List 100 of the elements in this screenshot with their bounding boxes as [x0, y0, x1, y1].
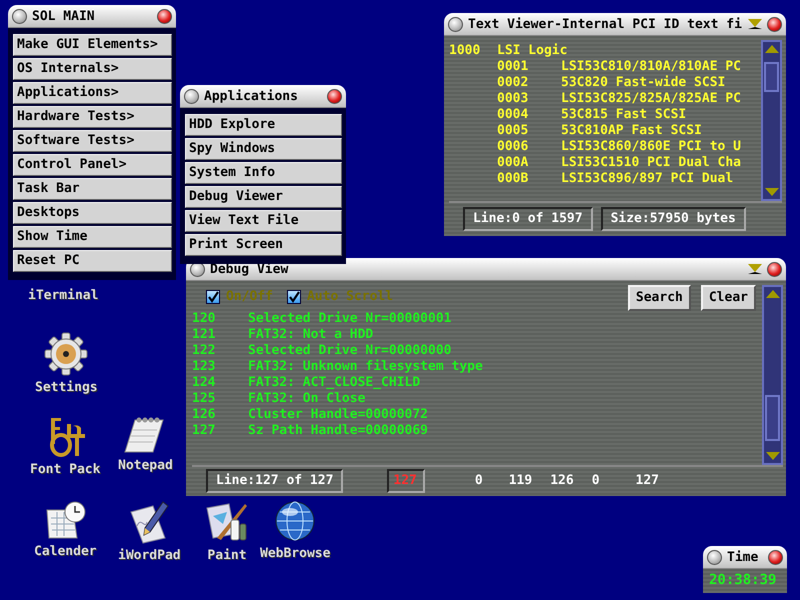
checkbox[interactable]	[286, 290, 301, 304]
menu-item[interactable]: Show Time	[13, 226, 172, 248]
line-number: 124	[192, 375, 216, 391]
toolbar-button[interactable]: Clear	[700, 285, 756, 311]
clock-time: 20:38:39	[709, 572, 776, 588]
menu-item[interactable]: HDD Explore	[185, 114, 342, 136]
status-field: Line:127 of 127	[206, 469, 344, 493]
gear-icon	[42, 332, 90, 376]
line-number: 123	[192, 359, 216, 375]
close-button[interactable]	[768, 550, 783, 564]
line-number: 125	[192, 391, 216, 407]
log-message: Cluster Handle=00000072	[248, 407, 428, 423]
log-message: FAT32: On Close	[248, 391, 366, 407]
window-title: Time	[727, 550, 760, 564]
vendor-name: LSI Logic	[497, 43, 568, 59]
scroll-thumb[interactable]	[765, 395, 780, 441]
scroll-up-button[interactable]	[765, 45, 779, 53]
icon-label[interactable]: Notepad	[118, 456, 173, 476]
close-button[interactable]	[327, 88, 342, 104]
icon-label[interactable]: Settings	[35, 378, 98, 398]
icon-label[interactable]: iWordPad	[118, 546, 181, 566]
device-id: 000B	[497, 171, 530, 187]
device-name: LSI53C896/897 PCI Dual	[561, 171, 734, 187]
round-button[interactable]	[448, 16, 463, 32]
device-id: 0002	[497, 75, 530, 91]
log-message: Selected Drive Nr=00000000	[248, 343, 452, 359]
close-button[interactable]	[767, 16, 782, 32]
device-name: 53C815 Fast SCSI	[561, 107, 686, 123]
device-name: 53C810AP Fast SCSI	[561, 123, 702, 139]
scroll-down-button[interactable]	[766, 452, 780, 460]
device-name: LSI53C860/860E PCI to U	[561, 139, 742, 155]
status-value: 0	[592, 472, 600, 490]
line-number: 121	[192, 327, 216, 343]
menu-item[interactable]: Reset PC	[13, 250, 172, 272]
menu-item[interactable]: Debug Viewer	[185, 186, 342, 208]
icon-label[interactable]: Calender	[34, 542, 97, 562]
device-name: LSI53C810/810A/810AE PC	[561, 59, 742, 75]
menu-item[interactable]: Desktops	[13, 202, 172, 224]
checkbox[interactable]	[206, 290, 220, 304]
close-button[interactable]	[157, 8, 172, 24]
device-id: 0001	[497, 59, 530, 75]
scroll-bar[interactable]	[761, 40, 782, 201]
icon-label[interactable]: Paint	[207, 546, 247, 566]
icon-label[interactable]: Font Pack	[30, 460, 100, 480]
device-name: LSI53C825/825A/825AE PC	[561, 91, 742, 107]
device-id: 1000	[449, 43, 482, 59]
menu-item[interactable]: OS Internals>	[13, 58, 172, 80]
status-field: 127	[387, 469, 425, 493]
menu-item[interactable]: Print Screen	[185, 234, 342, 256]
round-button[interactable]	[707, 550, 722, 564]
check-icon	[288, 290, 300, 303]
status-field: Line:0 of 1597	[463, 207, 593, 231]
scroll-thumb[interactable]	[764, 62, 779, 92]
menu-item[interactable]: System Info	[185, 162, 342, 184]
line-number: 122	[192, 343, 216, 359]
device-id: 0005	[497, 123, 530, 139]
log-message: FAT32: ACT_CLOSE_CHILD	[248, 375, 420, 391]
menu-item[interactable]: Make GUI Elements>	[13, 34, 172, 56]
log-message: FAT32: Unknown filesystem type	[248, 359, 483, 375]
line-number: 126	[192, 407, 216, 423]
device-name: LSI53C1510 PCI Dual Cha	[561, 155, 742, 171]
window-title: Applications	[204, 90, 299, 102]
round-button[interactable]	[184, 88, 199, 104]
log-message: Sz Path Handle=00000069	[248, 423, 428, 439]
globe-icon	[274, 500, 316, 542]
line-number: 127	[192, 423, 216, 439]
menu-item[interactable]: Spy Windows	[185, 138, 342, 160]
round-button[interactable]	[12, 8, 27, 24]
device-id: 000A	[497, 155, 530, 171]
device-name: 53C820 Fast-wide SCSI	[561, 75, 726, 91]
window-title: SOL MAIN	[32, 10, 96, 22]
checkbox-label: On/Off	[226, 288, 273, 306]
menu-item[interactable]: Task Bar	[13, 178, 172, 200]
toolbar-button[interactable]: Search	[628, 285, 691, 311]
log-message: Selected Drive Nr=00000001	[248, 311, 452, 327]
status-value: 119	[508, 472, 532, 490]
status-field: Size:57950 bytes	[600, 207, 746, 231]
check-icon	[207, 290, 219, 303]
status-value: 127	[636, 472, 659, 490]
scroll-up-button[interactable]	[766, 290, 780, 298]
window-title: Text Viewer-Internal PCI ID text fi	[468, 18, 743, 30]
device-id: 0004	[497, 107, 530, 123]
menu-item[interactable]: Software Tests>	[13, 130, 172, 152]
status-value: 0	[474, 472, 483, 490]
checkbox-label: Auto Scroll	[306, 288, 394, 306]
icon-label[interactable]: WebBrowse	[260, 544, 330, 564]
line-number: 120	[192, 311, 216, 327]
log-message: FAT32: Not a HDD	[248, 327, 374, 343]
scroll-down-button[interactable]	[765, 188, 779, 196]
status-value: 126	[550, 472, 574, 490]
window-title: Debug View	[210, 262, 290, 276]
menu-item[interactable]: Control Panel>	[13, 154, 172, 176]
device-id: 0006	[497, 139, 530, 155]
scroll-bar[interactable]	[762, 285, 783, 465]
device-id: 0003	[497, 91, 530, 107]
icon-label[interactable]: iTerminal	[28, 286, 98, 306]
close-button[interactable]	[767, 262, 782, 276]
menu-item[interactable]: Hardware Tests>	[13, 106, 172, 128]
menu-item[interactable]: Applications>	[13, 82, 172, 104]
menu-item[interactable]: View Text File	[185, 210, 342, 232]
